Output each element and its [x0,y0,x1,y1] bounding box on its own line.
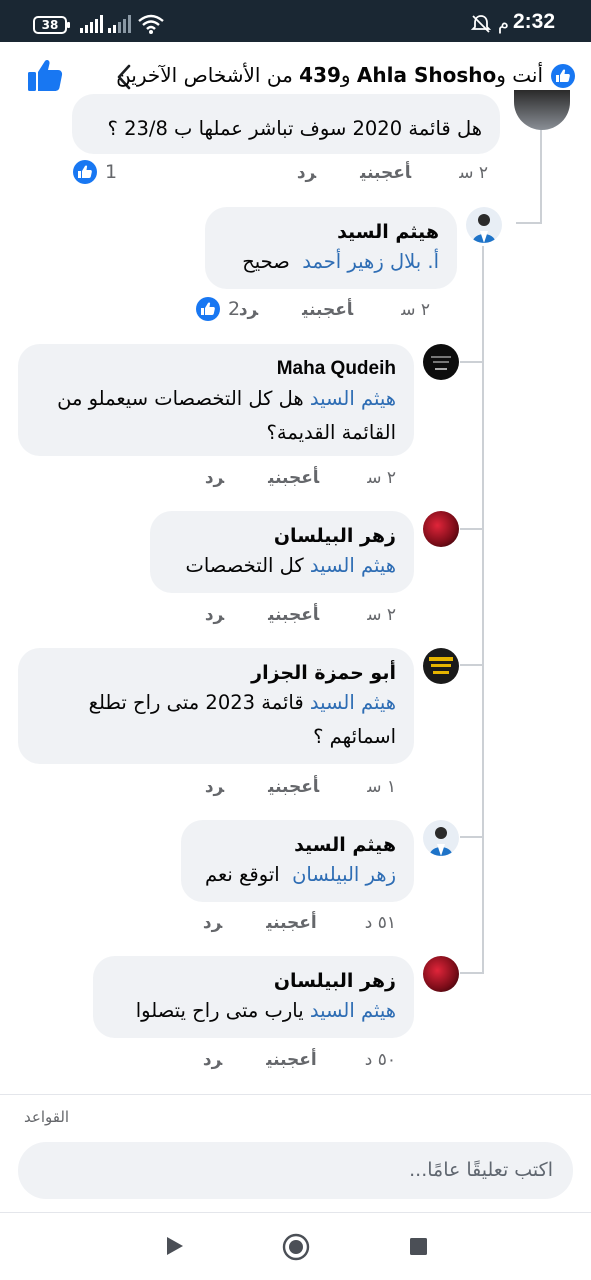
comment-text: يارب متى راح يتصلوا [135,999,304,1022]
alarm-off-icon [471,15,491,33]
comment-author[interactable]: أبو حمزة الجزار [36,660,396,686]
comment-text: اتوقع نعم [205,863,280,886]
summary-suffix: من الأشخاص الآخرين [116,63,300,87]
summary-middle: و [340,63,357,87]
mention-link[interactable]: زهر البيلسان [292,863,396,886]
circle-home-icon[interactable] [282,1233,310,1261]
reply-button[interactable]: رد [205,605,224,625]
comment-likes[interactable]: 2 [196,297,240,321]
footer-divider [0,1094,591,1095]
like-button[interactable]: أعجبني [268,468,319,488]
comment-author[interactable]: Maha Qudeih [36,356,396,382]
rules-label: القواعد [24,1108,70,1126]
comment-time: ٢ س [367,605,396,625]
like-button[interactable]: أعجبني [268,605,319,625]
comment-input-placeholder: اكتب تعليقًا عامًا... [409,1159,553,1181]
thread-connector [460,972,484,974]
signal-icon [80,15,103,33]
comment-author[interactable]: زهر البيلسان [168,523,396,549]
summary-name: Ahla Shosho [356,63,497,87]
like-button[interactable]: أعجبني [266,1050,317,1070]
comment-time: ٥١ د [364,913,396,933]
avatar[interactable] [514,90,570,130]
thread-line-inner [482,246,484,972]
status-time: 2:32 [512,10,555,33]
comment-input[interactable]: اكتب تعليقًا عامًا... [18,1142,573,1199]
thread-connector [460,664,484,666]
comment-bubble: Maha Qudeih هيثم السيد هل كل التخصصات سي… [18,344,414,456]
reactions-summary: أنت وAhla Shosho و439 من الأشخاص الآخرين [116,63,543,87]
play-triangle-icon[interactable] [165,1235,185,1257]
comment-bubble: زهر البيلسان هيثم السيد كل التخصصات [150,511,414,593]
comment-author[interactable]: زهر البيلسان [111,968,396,994]
comment-bubble: هل قائمة 2020 سوف تباشر عملها ب 23/8 ؟ [72,94,500,154]
comment-actions: ٢ س أعجبني رد [161,468,396,488]
square-recent-icon[interactable] [409,1237,428,1256]
rules-link[interactable]: القواعد [0,1108,591,1126]
like-button[interactable]: أعجبني [360,163,411,183]
status-bar: 38 م 2:32 [0,0,591,42]
thread-connector [460,361,484,363]
status-ampm: م [497,13,509,34]
mention-link[interactable]: هيثم السيد [310,554,396,577]
comment-time: ٢ س [367,468,396,488]
wifi-icon [138,14,164,34]
reply-button[interactable]: رد [239,300,258,320]
avatar[interactable] [423,956,459,992]
comment-likes[interactable]: 1 [73,160,117,184]
like-count: 1 [105,161,118,183]
comment-actions: ٢ س أعجبني رد [253,163,488,183]
signal-secondary-icon [108,15,131,33]
like-button[interactable]: أعجبني [268,777,319,797]
comment-time: ٢ س [401,300,430,320]
like-badge-icon [551,64,575,88]
comment-actions: ٥٠ د أعجبني رد [159,1050,396,1070]
like-button[interactable]: أعجبني [266,913,317,933]
comment-actions: ٥١ د أعجبني رد [159,913,396,933]
comment-actions: ١ س أعجبني رد [161,777,396,797]
avatar[interactable] [423,820,459,856]
comment-text: كل التخصصات [185,554,304,577]
thread-connector [516,222,542,224]
mention-link[interactable]: أ. بلال زهير أحمد [302,250,439,273]
like-badge-icon [73,160,97,184]
avatar[interactable] [423,648,459,684]
battery-icon: 38 [33,16,70,34]
thread-connector [460,836,484,838]
summary-count: 439 [299,63,341,87]
reply-button[interactable]: رد [203,913,222,933]
comment-bubble: زهر البيلسان هيثم السيد يارب متى راح يتص… [93,956,414,1038]
battery-level: 38 [41,18,59,32]
comment-time: ١ س [367,777,396,797]
thread-connector [460,528,484,530]
comment-author[interactable]: هيثم السيد [223,219,439,245]
reply-button[interactable]: رد [205,777,224,797]
mention-link[interactable]: هيثم السيد [310,387,396,410]
comment-time: ٥٠ د [364,1050,396,1070]
avatar[interactable] [423,344,459,380]
comment-bubble: هيثم السيد زهر البيلسان اتوقع نعم [181,820,414,902]
comment-bubble: أبو حمزة الجزار هيثم السيد قائمة 2023 مت… [18,648,414,764]
summary-prefix: أنت و [496,63,543,87]
thumbs-up-icon[interactable] [27,58,63,92]
avatar[interactable] [466,207,502,243]
reply-button[interactable]: رد [203,1050,222,1070]
thread-line-outer [540,126,542,224]
mention-link[interactable]: هيثم السيد [310,999,396,1022]
comment-bubble: هيثم السيد أ. بلال زهير أحمد صحيح [205,207,457,289]
reply-button[interactable]: رد [205,468,224,488]
comment-author[interactable]: هيثم السيد [199,832,396,858]
comment-text: هل قائمة 2020 سوف تباشر عملها ب 23/8 ؟ [107,117,483,140]
mention-link[interactable]: هيثم السيد [310,691,396,714]
like-count: 2 [228,298,241,320]
comment-text: صحيح [242,250,290,273]
like-button[interactable]: أعجبني [302,300,353,320]
comment-actions: ٢ س أعجبني رد [161,605,396,625]
like-badge-icon [196,297,220,321]
system-nav-bar [0,1212,591,1280]
avatar[interactable] [423,511,459,547]
reply-button[interactable]: رد [297,163,316,183]
comment-time: ٢ س [459,163,488,183]
